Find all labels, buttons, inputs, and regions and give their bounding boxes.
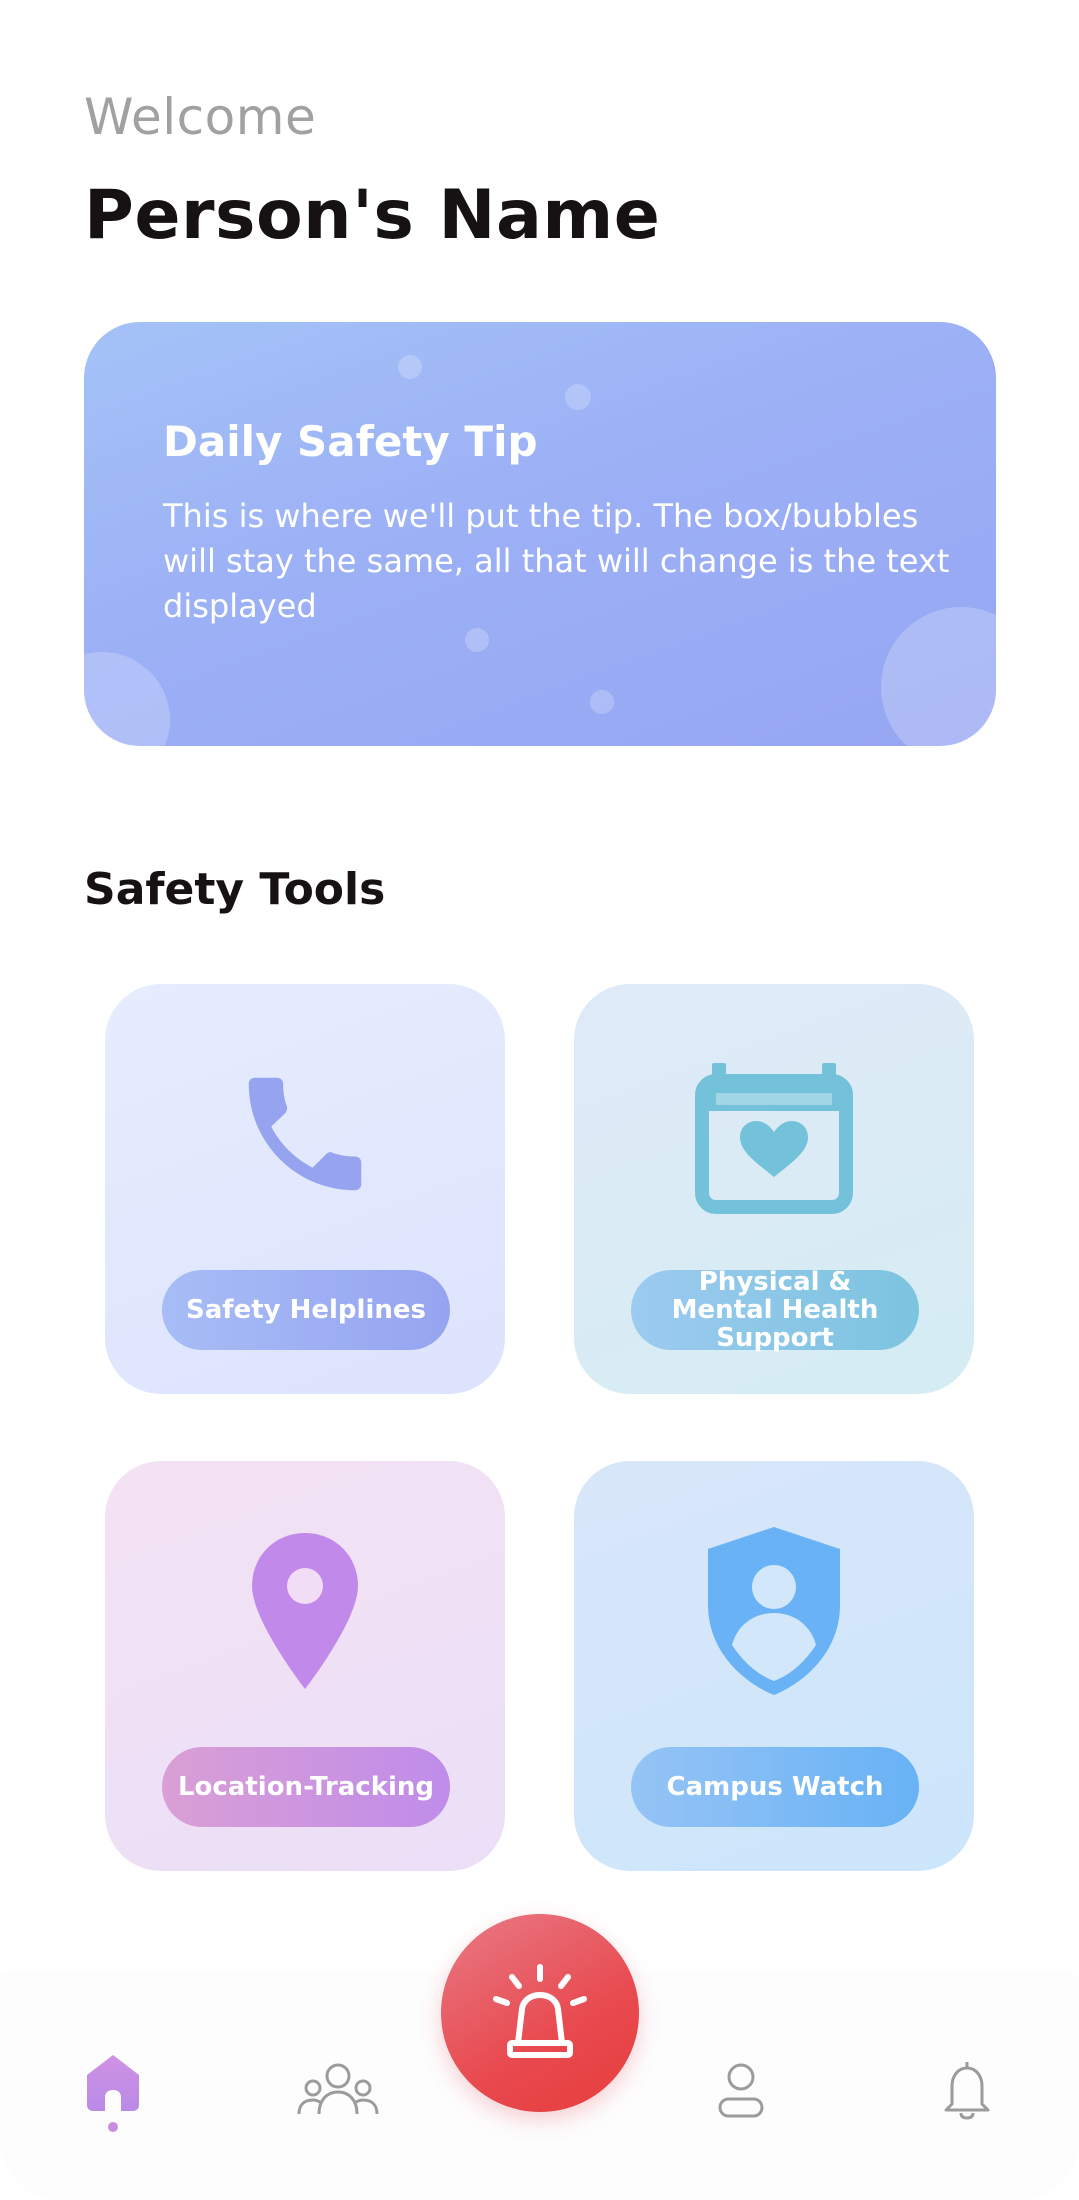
decor-bubble <box>398 355 422 379</box>
bell-icon <box>944 2062 990 2120</box>
emergency-alarm-button[interactable] <box>441 1914 639 2112</box>
safety-helplines-button[interactable]: Safety Helplines <box>162 1270 450 1350</box>
icon-container <box>105 1531 505 1691</box>
tip-title: Daily Safety Tip <box>163 417 538 466</box>
location-tracking-button[interactable]: Location-Tracking <box>162 1747 450 1827</box>
decor-bubble <box>590 690 614 714</box>
campus-watch-button[interactable]: Campus Watch <box>631 1747 919 1827</box>
section-title: Safety Tools <box>84 864 386 915</box>
tool-card-safety-helplines[interactable]: Safety Helplines <box>105 984 505 1394</box>
user-icon <box>718 2063 764 2118</box>
nav-profile[interactable] <box>716 2060 766 2120</box>
siren-icon <box>493 1964 587 2058</box>
tool-card-health-support[interactable]: Physical & Mental Health Support <box>574 984 974 1394</box>
nav-home[interactable] <box>80 2050 146 2116</box>
phone-icon <box>248 1077 362 1191</box>
nav-notifications[interactable] <box>940 2058 994 2120</box>
shield-user-icon <box>708 1527 840 1695</box>
tip-text: This is where we'll put the tip. The box… <box>163 497 950 625</box>
location-pin-icon <box>252 1533 358 1689</box>
nav-community[interactable] <box>296 2058 380 2118</box>
tool-card-campus-watch[interactable]: Campus Watch <box>574 1461 974 1871</box>
daily-tip-card: Daily Safety Tip This is where we'll put… <box>84 322 996 746</box>
home-icon <box>87 2055 139 2111</box>
icon-container <box>574 1054 974 1214</box>
group-icon <box>297 2063 379 2115</box>
decor-bubble <box>465 628 489 652</box>
icon-container <box>574 1527 974 1695</box>
icon-container <box>105 1054 505 1214</box>
health-support-button[interactable]: Physical & Mental Health Support <box>631 1268 919 1352</box>
user-name-heading: Person's Name <box>84 176 661 255</box>
decor-bubble <box>84 652 170 746</box>
home-screen: Welcome Person's Name Daily Safety Tip T… <box>0 0 1079 2200</box>
tool-card-location-tracking[interactable]: Location-Tracking <box>105 1461 505 1871</box>
calendar-heart-icon <box>695 1063 853 1214</box>
welcome-label: Welcome <box>84 88 317 146</box>
decor-bubble <box>565 384 591 410</box>
active-nav-indicator <box>108 2122 118 2132</box>
